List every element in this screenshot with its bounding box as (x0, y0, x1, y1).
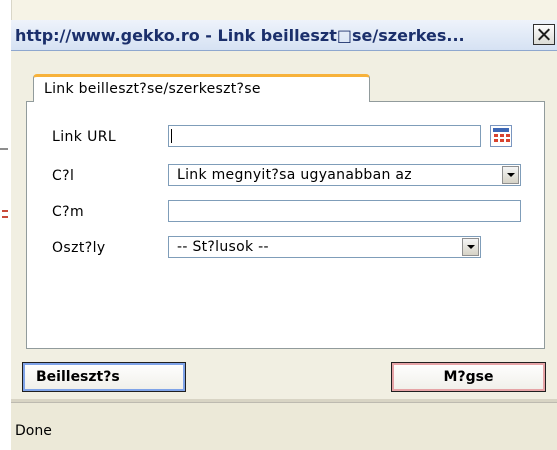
background-page-top (0, 0, 557, 20)
link-url-input[interactable] (168, 125, 481, 147)
chevron-down-icon[interactable] (502, 166, 519, 184)
tab-label: Link beilleszt?se/szerkeszt?se (44, 81, 261, 97)
link-dialog: Link beilleszt?se/szerkeszt?se Link URL … (11, 51, 557, 399)
background-red-mark (2, 216, 8, 218)
calendar-grid-icon-cell (500, 134, 504, 137)
window-title-bar[interactable]: http://www.gekko.ro - Link beilleszt□se/… (11, 20, 557, 51)
window-title: http://www.gekko.ro - Link beilleszt□se/… (15, 26, 465, 45)
chevron-down-icon-shape (467, 245, 475, 249)
calendar-grid-icon-cell (506, 139, 510, 142)
status-bar: Done (11, 402, 557, 450)
calendar-grid-icon-cell (506, 134, 510, 137)
target-label: C?l (52, 168, 75, 184)
calendar-grid-icon-cell (494, 139, 498, 142)
target-selected-value: Link megnyit?sa ugyanabban az (177, 167, 412, 183)
class-select[interactable]: -- St?lusok -- (168, 236, 481, 258)
link-form-panel: Link URL C?l Link megnyit?sa ugyanabban … (26, 101, 545, 349)
target-select[interactable]: Link megnyit?sa ugyanabban az (168, 164, 521, 186)
calendar-grid-icon-cell (494, 134, 498, 137)
chevron-down-icon[interactable] (462, 238, 479, 256)
background-red-mark (2, 210, 8, 212)
link-url-label: Link URL (52, 129, 117, 145)
tab-link-insert-edit[interactable]: Link beilleszt?se/szerkeszt?se (33, 74, 370, 102)
calendar-grid-icon-header (493, 128, 509, 132)
background-line-mark (0, 148, 8, 150)
title-label: C?m (52, 204, 85, 220)
browser-popup-window: http://www.gekko.ro - Link beilleszt□se/… (0, 0, 557, 450)
calendar-grid-icon[interactable] (490, 125, 512, 147)
status-text: Done (15, 423, 52, 439)
title-input[interactable] (168, 200, 521, 222)
cancel-button[interactable]: M?gse (391, 362, 546, 392)
insert-button[interactable]: Beilleszt?s (22, 362, 186, 392)
chevron-down-icon-shape (507, 173, 515, 177)
calendar-grid-icon-cell (500, 139, 504, 142)
close-icon[interactable] (533, 24, 555, 45)
text-caret (171, 129, 172, 143)
class-label: Oszt?ly (52, 240, 106, 256)
class-selected-value: -- St?lusok -- (177, 239, 269, 255)
